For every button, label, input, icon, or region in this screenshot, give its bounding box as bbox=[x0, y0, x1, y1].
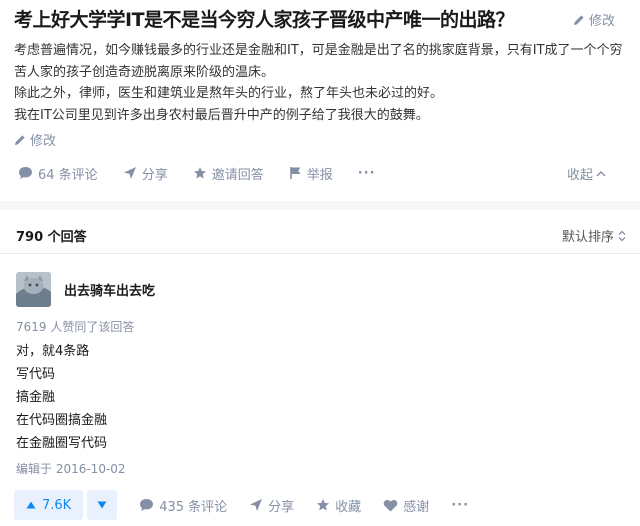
question-paragraph: 除此之外，律师，医生和建筑业是熬年头的行业，熬了年头也未必过的好。 bbox=[14, 86, 444, 101]
star-icon bbox=[316, 498, 330, 512]
answer-comments-button[interactable]: 435 条评论 bbox=[139, 496, 227, 515]
comments-label: 64 条评论 bbox=[38, 167, 98, 183]
question-card: 考上好大学学IT是不是当今穷人家孩子晋级中产唯一的出路？ 修改 考虑普遍情况，如… bbox=[0, 0, 640, 201]
share-label: 分享 bbox=[141, 167, 168, 183]
chevron-up-icon bbox=[596, 170, 606, 178]
triangle-down-icon bbox=[97, 501, 107, 509]
question-paragraph: 我在IT公司里见到许多出身农村最后晋升中产的例子给了我很大的鼓舞。 bbox=[14, 107, 429, 123]
answer-actions: 7.6K 435 条评论 分享 收藏 感谢 ··· bbox=[14, 490, 634, 520]
answer-comments-label: 435 条评论 bbox=[159, 499, 228, 515]
collapse-button[interactable]: 收起 bbox=[567, 164, 606, 183]
answer-line: 搞金融 bbox=[16, 390, 56, 405]
vote-summary[interactable]: 7619 人赞同了该回答 bbox=[16, 318, 134, 335]
sort-dropdown[interactable]: 默认排序 bbox=[562, 226, 626, 245]
collect-label: 收藏 bbox=[335, 499, 362, 515]
answer-content: 对，就4条路 写代码 搞金融 在代码圈搞金融 在金融圈写代码 bbox=[16, 340, 107, 455]
pencil-icon bbox=[14, 134, 26, 146]
report-label: 举报 bbox=[306, 167, 333, 183]
answer-count: 790 个回答 bbox=[16, 230, 87, 245]
sort-label: 默认排序 bbox=[561, 230, 614, 245]
pencil-icon bbox=[573, 14, 585, 26]
answer-line: 在金融圈写代码 bbox=[16, 436, 108, 451]
flag-icon bbox=[289, 166, 302, 180]
downvote-button[interactable] bbox=[87, 490, 118, 520]
upvote-count: 7.6K bbox=[42, 497, 72, 513]
more-button[interactable]: ··· bbox=[358, 166, 376, 181]
answer-line: 写代码 bbox=[16, 367, 56, 382]
edit-label: 修改 bbox=[589, 14, 616, 29]
thanks-label: 感谢 bbox=[403, 499, 430, 515]
answer-share-label: 分享 bbox=[268, 499, 295, 515]
collect-button[interactable]: 收藏 bbox=[316, 496, 361, 515]
invite-label: 邀请回答 bbox=[211, 167, 264, 183]
heart-icon bbox=[383, 499, 398, 512]
author-name[interactable]: 出去骑车出去吃 bbox=[64, 280, 155, 299]
answer-line: 对，就4条路 bbox=[16, 344, 90, 359]
report-button[interactable]: 举报 bbox=[289, 164, 333, 183]
edit-label: 修改 bbox=[30, 134, 57, 149]
edit-description-button[interactable]: 修改 bbox=[14, 130, 56, 149]
answer-more-button[interactable]: ··· bbox=[451, 498, 469, 513]
share-icon bbox=[123, 166, 137, 180]
question-body: 考虑普遍情况，如今赚钱最多的行业还是金融和IT，可是金融是出了名的挑家庭背景，只… bbox=[14, 40, 632, 126]
share-icon bbox=[249, 498, 263, 512]
answer-line: 在代码圈搞金融 bbox=[16, 413, 108, 428]
question-actions: 64 条评论 分享 邀请回答 举报 ··· 收起 bbox=[18, 162, 628, 184]
collapse-label: 收起 bbox=[566, 168, 593, 183]
star-icon bbox=[193, 166, 207, 180]
comments-button[interactable]: 64 条评论 bbox=[18, 164, 98, 183]
answer-share-button[interactable]: 分享 bbox=[249, 496, 294, 515]
invite-answer-button[interactable]: 邀请回答 bbox=[193, 164, 264, 183]
chevron-updown-icon bbox=[618, 230, 626, 242]
comment-icon bbox=[139, 498, 154, 512]
edited-date[interactable]: 编辑于 2016-10-02 bbox=[16, 460, 126, 477]
share-button[interactable]: 分享 bbox=[123, 164, 168, 183]
comment-icon bbox=[18, 166, 33, 180]
avatar[interactable] bbox=[16, 272, 51, 307]
edit-question-button[interactable]: 修改 bbox=[573, 10, 615, 29]
triangle-up-icon bbox=[26, 501, 36, 509]
upvote-button[interactable]: 7.6K bbox=[14, 490, 84, 520]
question-title[interactable]: 考上好大学学IT是不是当今穷人家孩子晋级中产唯一的出路？ bbox=[14, 7, 574, 33]
answers-header: 790 个回答 默认排序 bbox=[0, 210, 640, 254]
thanks-button[interactable]: 感谢 bbox=[383, 496, 429, 515]
question-paragraph: 考虑普遍情况，如今赚钱最多的行业还是金融和IT，可是金融是出了名的挑家庭背景，只… bbox=[14, 43, 623, 80]
